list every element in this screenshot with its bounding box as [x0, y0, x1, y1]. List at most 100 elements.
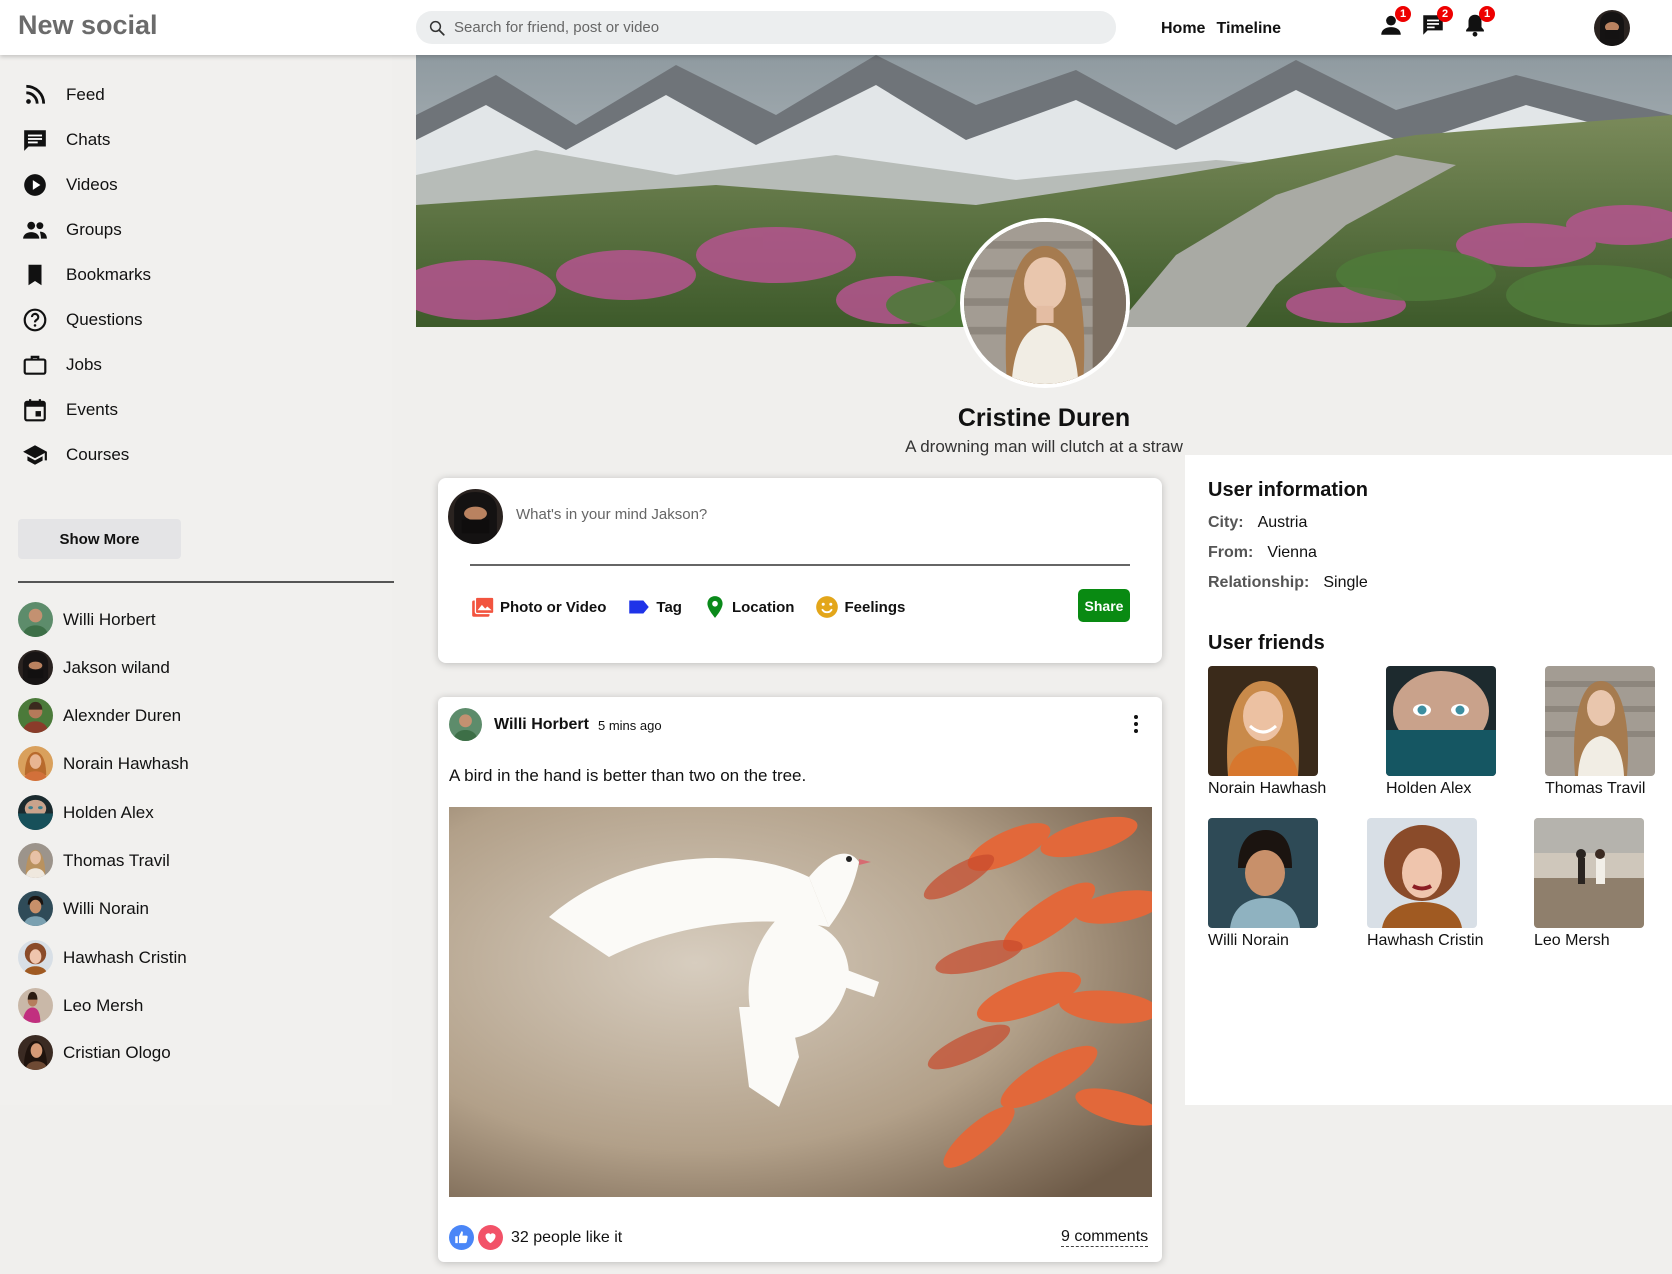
- thumbs-up-icon: [455, 1231, 468, 1244]
- friend-requests-badge: 1: [1395, 6, 1411, 22]
- location-label: Location: [731, 598, 795, 616]
- friend-avatar: [18, 795, 53, 830]
- friend-requests-button[interactable]: 1: [1378, 6, 1411, 40]
- nav-timeline-link[interactable]: Timeline: [1216, 20, 1281, 38]
- messages-badge: 2: [1437, 6, 1453, 22]
- info-key: City:: [1208, 514, 1244, 531]
- sidebar-friend[interactable]: Jakson wiland: [18, 650, 170, 685]
- tag-option[interactable]: Tag: [626, 594, 682, 620]
- user-friend-tile[interactable]: Holden Alex: [1386, 666, 1496, 798]
- play-circle-icon: [24, 174, 46, 196]
- more-vert-icon: [1134, 715, 1138, 733]
- post-text: A bird in the hand is better than two on…: [449, 766, 807, 785]
- feelings-option[interactable]: Feelings: [814, 594, 905, 620]
- info-key: From:: [1208, 544, 1254, 561]
- notifications-badge: 1: [1479, 6, 1495, 22]
- sidebar-friend[interactable]: Thomas Travil: [18, 843, 170, 878]
- user-avatar[interactable]: [1594, 10, 1630, 46]
- friend-name: Norain Hawhash: [63, 753, 189, 773]
- info-key: Relationship:: [1208, 574, 1310, 591]
- sidebar-friend[interactable]: Willi Horbert: [18, 602, 156, 637]
- user-friend-tile[interactable]: Hawhash Cristin: [1367, 818, 1483, 950]
- share-divider: [470, 564, 1130, 566]
- post-author-name[interactable]: Willi Horbert: [494, 716, 589, 734]
- work-icon: [23, 355, 47, 375]
- friend-avatar: [18, 650, 53, 685]
- profile-picture[interactable]: [960, 218, 1130, 388]
- share-options: Photo or Video Tag Location Feelings: [470, 594, 925, 620]
- friend-photo: [1534, 818, 1644, 928]
- tag-label: Tag: [656, 598, 682, 616]
- share-avatar: [448, 489, 503, 544]
- post-image[interactable]: [449, 807, 1152, 1197]
- sidebar-item-videos[interactable]: Videos: [22, 170, 118, 200]
- friend-name: Holden Alex: [1386, 780, 1472, 797]
- sidebar-item-label: Groups: [66, 220, 122, 239]
- sidebar-item-events[interactable]: Events: [22, 395, 118, 425]
- friend-name: Jakson wiland: [63, 657, 170, 677]
- friend-avatar: [18, 698, 53, 733]
- sidebar-friend[interactable]: Willi Norain: [18, 891, 149, 926]
- left-sidebar: Feed Chats Videos Groups Bookmarks Quest…: [0, 55, 394, 1105]
- friend-name: Cristian Ologo: [63, 1042, 171, 1062]
- location-pin-icon: [707, 596, 723, 618]
- info-value: Austria: [1257, 514, 1308, 531]
- sidebar-friend[interactable]: Hawhash Cristin: [18, 940, 187, 975]
- heart-icon: [485, 1233, 496, 1244]
- post-timestamp: 5 mins ago: [598, 718, 662, 733]
- sidebar-friend[interactable]: Alexnder Duren: [18, 698, 181, 733]
- user-friend-tile[interactable]: Willi Norain: [1208, 818, 1318, 950]
- info-row-relationship: Relationship: Single: [1208, 574, 1368, 592]
- user-friend-tile[interactable]: Leo Mersh: [1534, 818, 1644, 950]
- share-input[interactable]: [516, 506, 1116, 523]
- sidebar-item-chats[interactable]: Chats: [22, 125, 110, 155]
- sidebar-divider: [18, 581, 394, 583]
- location-option[interactable]: Location: [702, 594, 795, 620]
- sidebar-friend[interactable]: Leo Mersh: [18, 988, 143, 1023]
- sidebar-friend[interactable]: Cristian Ologo: [18, 1035, 171, 1070]
- love-button[interactable]: [478, 1225, 503, 1250]
- search-bar[interactable]: [416, 11, 1116, 44]
- show-more-button[interactable]: Show More: [18, 519, 181, 559]
- rss-feed-icon: [26, 84, 46, 104]
- comments-link[interactable]: 9 comments: [1061, 1228, 1149, 1247]
- friend-photo: [1208, 666, 1318, 776]
- sidebar-item-questions[interactable]: Questions: [22, 305, 143, 335]
- sidebar-item-courses[interactable]: Courses: [22, 440, 129, 470]
- friend-avatar: [18, 746, 53, 781]
- nav-home-link[interactable]: Home: [1161, 20, 1205, 38]
- messages-button[interactable]: 2: [1420, 6, 1453, 40]
- chat-icon: [24, 130, 46, 151]
- post-menu-button[interactable]: [1124, 712, 1148, 736]
- sidebar-item-feed[interactable]: Feed: [22, 80, 105, 110]
- sidebar-friend[interactable]: Holden Alex: [18, 795, 154, 830]
- user-information-title: User information: [1208, 479, 1369, 501]
- user-friend-tile[interactable]: Thomas Travil: [1545, 666, 1655, 798]
- sidebar-item-label: Videos: [66, 175, 118, 194]
- friend-photo: [1208, 818, 1318, 928]
- nav-links: Home Timeline: [1161, 20, 1281, 38]
- friend-avatar: [18, 988, 53, 1023]
- share-box: Photo or Video Tag Location Feelings Sha…: [438, 478, 1162, 663]
- post-reactions: 32 people like it: [449, 1225, 622, 1250]
- search-icon: [429, 20, 445, 36]
- search-input[interactable]: [454, 19, 1094, 36]
- friend-name: Norain Hawhash: [1208, 780, 1327, 797]
- notifications-button[interactable]: 1: [1462, 6, 1495, 40]
- sidebar-item-bookmarks[interactable]: Bookmarks: [22, 260, 151, 290]
- share-button[interactable]: Share: [1078, 589, 1130, 622]
- like-button[interactable]: [449, 1225, 474, 1250]
- sidebar-friend[interactable]: Norain Hawhash: [18, 746, 189, 781]
- smiley-icon: [816, 596, 839, 618]
- friend-avatar: [18, 1035, 53, 1070]
- friend-name: Hawhash Cristin: [63, 947, 187, 967]
- top-bar: New social Home Timeline 1 2 1: [0, 0, 1672, 55]
- sidebar-item-groups[interactable]: Groups: [22, 215, 122, 245]
- app-logo[interactable]: New social: [18, 10, 158, 41]
- photo-video-option[interactable]: Photo or Video: [470, 594, 606, 620]
- profile-description: A drowning man will clutch at a straw: [905, 437, 1183, 456]
- friend-name: Thomas Travil: [63, 850, 170, 870]
- post-author-avatar[interactable]: [449, 708, 482, 741]
- sidebar-item-jobs[interactable]: Jobs: [22, 350, 102, 380]
- user-friend-tile[interactable]: Norain Hawhash: [1208, 666, 1327, 798]
